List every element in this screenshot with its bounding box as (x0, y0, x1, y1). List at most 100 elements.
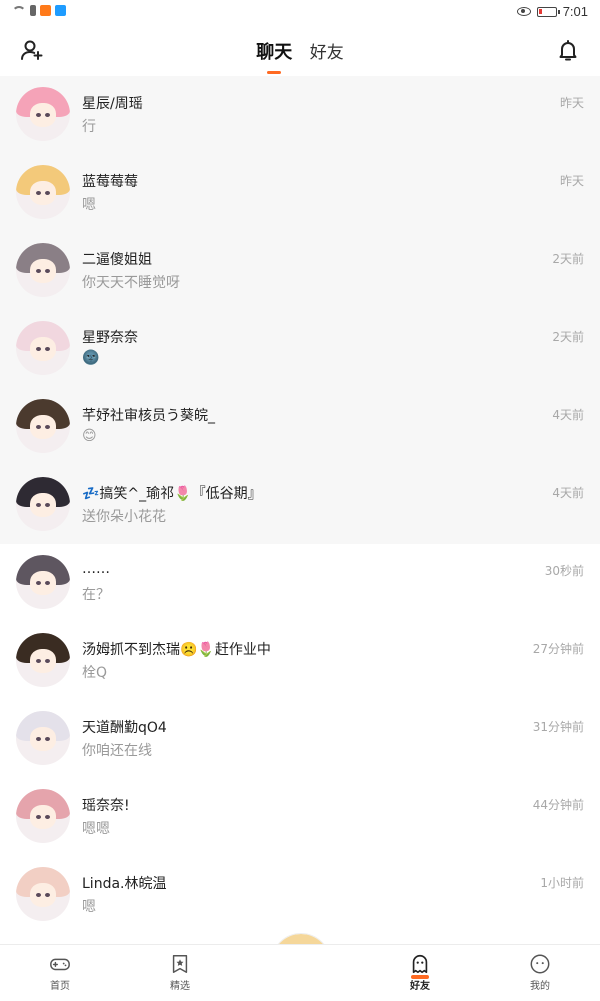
contact-name: 天道酬勤qO4 (82, 720, 167, 736)
message-time: 30秒前 (544, 564, 584, 578)
battery-icon (536, 6, 560, 17)
avatar-eye (45, 191, 50, 195)
conversation-row[interactable]: Linda.林皖温嗯 1小时前 (0, 856, 600, 934)
last-message: 行 (82, 119, 96, 135)
last-message: 🌚 (82, 350, 100, 366)
conversation-row[interactable]: 星辰/周瑶行 昨天 (0, 76, 600, 154)
avatar-eye (36, 503, 41, 507)
gamepad-icon (50, 958, 70, 971)
message-time: 44分钟前 (532, 798, 584, 812)
nav-home[interactable]: 首页 (30, 953, 90, 992)
contact-name: 星野奈奈 (82, 330, 138, 346)
avatar[interactable] (16, 87, 70, 141)
avatar[interactable] (16, 399, 70, 453)
last-message: 嗯嗯 (82, 821, 110, 837)
message-time: 4天前 (552, 486, 584, 500)
avatar-face (30, 727, 56, 751)
contact-name: 芊妤社审核员う葵皖_ (82, 408, 215, 424)
nav-friends[interactable]: 好友 (390, 953, 450, 992)
status-time: 7:01 (562, 4, 588, 19)
avatar-eye (45, 737, 50, 741)
avatar-eye (36, 113, 41, 117)
message-time: 昨天 (559, 96, 584, 110)
nav-home-label: 首页 (50, 981, 70, 992)
message-time: 2天前 (552, 252, 584, 266)
contact-name: 星辰/周瑶 (82, 96, 143, 112)
nav-featured[interactable]: 精选 (150, 953, 210, 992)
tab-chat[interactable]: 聊天 (256, 38, 292, 74)
conversation-row[interactable]: 💤搞笑^_瑜祁🌷『低谷期』 送你朵小花花 4天前 (0, 466, 600, 544)
contact-name: 蓝莓莓莓 (82, 174, 138, 190)
bell-icon[interactable] (556, 38, 580, 62)
tab-friends[interactable]: 好友 (310, 38, 344, 63)
wifi-icon (12, 5, 26, 16)
last-message: 嗯 (82, 197, 96, 213)
app-notification-icon (40, 5, 51, 16)
contact-name: 瑶奈奈! (82, 798, 130, 814)
conversation-row[interactable]: 天道酬勤qO4 你咱还在线 31分钟前 (0, 700, 600, 778)
avatar-face (30, 571, 56, 595)
conversation-row[interactable]: 芊妤社审核员う葵皖_ 😊 4天前 (0, 388, 600, 466)
avatar-eye (36, 737, 41, 741)
avatar-eye (36, 425, 41, 429)
contact-name: 二逼傻姐姐 (82, 252, 152, 268)
last-message: 在？ (82, 587, 110, 603)
avatar-eye (45, 347, 50, 351)
avatar-face (30, 181, 56, 205)
avatar-eye (45, 893, 50, 897)
star-bookmark-icon (172, 955, 188, 973)
status-bar: 7:01 (0, 0, 600, 24)
sim-icon (30, 5, 36, 16)
contact-name: 💤搞笑^_瑜祁🌷『低谷期』 (82, 486, 262, 502)
conversation-row[interactable]: 汤姆抓不到杰瑞☹️🌷赶作业中 栓Q 27分钟前 (0, 622, 600, 700)
avatar-eye (36, 269, 41, 273)
avatar-face (30, 649, 56, 673)
status-icons-left (12, 5, 66, 16)
avatar-eye (45, 425, 50, 429)
conversation-list: 星辰/周瑶行昨天 蓝莓莓莓嗯昨天 二逼傻姐姐 你天天不睡觉呀 2天前 星野奈奈 🌚 2天前 芊妤… (0, 76, 600, 934)
avatar-face (30, 337, 56, 361)
avatar-eye (36, 815, 41, 819)
search-notification-icon (55, 5, 66, 16)
avatar[interactable] (16, 165, 70, 219)
avatar-eye (45, 815, 50, 819)
nav-mine[interactable]: 我的 (510, 953, 570, 992)
top-tabs: 聊天 好友 (0, 38, 600, 74)
nav-featured-label: 精选 (170, 981, 190, 992)
top-nav: 聊天 好友 (0, 24, 600, 77)
conversation-row[interactable]: 二逼傻姐姐你天天不睡觉呀 2天前 (0, 232, 600, 310)
conversation-row[interactable]: 星野奈奈 🌚 2天前 (0, 310, 600, 388)
active-indicator (411, 975, 429, 979)
avatar[interactable] (16, 243, 70, 297)
avatar-eye (45, 581, 50, 585)
avatar-face (30, 415, 56, 439)
message-time: 1小时前 (540, 876, 584, 890)
avatar-eye (36, 581, 41, 585)
message-time: 2天前 (552, 330, 584, 344)
last-message: 送你朵小花花 (82, 509, 166, 525)
last-message: 你咱还在线 (82, 743, 152, 759)
avatar[interactable] (16, 477, 70, 531)
avatar[interactable] (16, 555, 70, 609)
avatar[interactable] (16, 633, 70, 687)
last-message: 你天天不睡觉呀 (82, 275, 180, 291)
avatar-eye (45, 113, 50, 117)
avatar[interactable] (16, 321, 70, 375)
avatar-eye (36, 893, 41, 897)
avatar[interactable] (16, 789, 70, 843)
avatar-face (30, 883, 56, 907)
avatar-face (30, 259, 56, 283)
avatar-face (30, 493, 56, 517)
avatar-eye (36, 659, 41, 663)
bottom-nav: 首页 精选 好友 我的 (0, 944, 600, 1001)
conversation-row[interactable]: 蓝莓莓莓嗯 昨天 (0, 154, 600, 232)
avatar[interactable] (16, 867, 70, 921)
avatar-eye (45, 503, 50, 507)
message-time: 31分钟前 (532, 720, 584, 734)
conversation-row[interactable]: 瑶奈奈! 嗯嗯 44分钟前 (0, 778, 600, 856)
avatar[interactable] (16, 711, 70, 765)
conversation-row[interactable]: …… 在？ 30秒前 (0, 544, 600, 622)
avatar-face (30, 805, 56, 829)
avatar-eye (36, 191, 41, 195)
contact-name: …… (82, 561, 110, 577)
